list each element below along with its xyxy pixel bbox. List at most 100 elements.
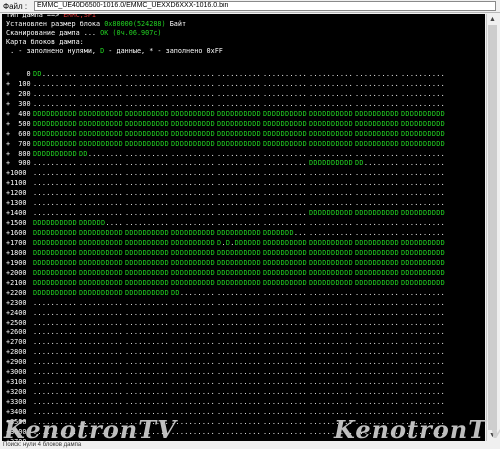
block-group: .......... <box>33 189 78 198</box>
block-group: .......... <box>125 159 170 168</box>
block-group: .......... <box>263 79 308 88</box>
block-group: .......... <box>171 348 216 357</box>
block-group: .......... <box>171 159 216 168</box>
block-group: .......... <box>171 298 216 307</box>
console-text-segment: Сканирование дампа ... <box>6 29 101 37</box>
block-group: DDDDDDDDDD <box>309 278 354 287</box>
block-group: .......... <box>263 358 308 367</box>
block-group: .......... <box>355 79 400 88</box>
block-group: DDDDDDDDDD <box>171 268 216 277</box>
block-group: DDDDDDDDDD <box>125 238 170 247</box>
block-group: .......... <box>401 159 446 168</box>
block-group: DDDDDDDDDD <box>33 278 78 287</box>
block-group: DDDDDDDDDD <box>401 248 446 257</box>
block-group: DDDDDDDDDD <box>355 109 400 118</box>
scroll-up-arrow-icon[interactable]: ▲ <box>487 14 498 25</box>
block-group: .......... <box>217 199 262 208</box>
block-group: .......... <box>217 348 262 357</box>
block-group: .......... <box>171 338 216 347</box>
block-group: .......... <box>401 219 446 228</box>
scroll-thumb[interactable] <box>488 25 497 430</box>
block-address: + 400 <box>6 109 31 118</box>
block-group: .......... <box>217 388 262 397</box>
block-group: .......... <box>217 189 262 198</box>
block-group: .......... <box>309 308 354 317</box>
block-group: .......... <box>263 149 308 158</box>
block-group: .......... <box>401 298 446 307</box>
block-group: .......... <box>125 328 170 337</box>
block-group: DDDDDDDDDD <box>171 129 216 138</box>
console-text-segment: Байт <box>165 20 187 28</box>
block-group: DDDDDDDDDD <box>355 238 400 247</box>
block-group: DD........ <box>79 149 124 158</box>
console-text-segment: EMMC,SPI <box>63 14 97 19</box>
block-group: .......... <box>401 179 446 188</box>
block-group: .......... <box>355 308 400 317</box>
block-group: DDDDDDDDDD <box>79 119 124 128</box>
block-group: .......... <box>217 358 262 367</box>
block-group: .......... <box>309 368 354 377</box>
block-group: DDDDDDDDDD <box>355 268 400 277</box>
block-group: .......... <box>33 388 78 397</box>
block-group: DDDDDDDDDD <box>355 278 400 287</box>
block-group: DDDDDDDDDD <box>33 219 78 228</box>
block-address: + 100 <box>6 79 31 88</box>
block-group: .......... <box>125 308 170 317</box>
block-map-row: +1200...................................… <box>2 189 485 198</box>
block-group: .......... <box>33 89 78 98</box>
block-group: DDDDDDDDDD <box>79 139 124 148</box>
vertical-scrollbar[interactable]: ▲ ▼ <box>486 14 498 441</box>
block-group: DDDDDDDDDD <box>309 268 354 277</box>
block-map-row: + 700 DDDDDDDDDD DDDDDDDDDD DDDDDDDDDD DDDDD… <box>2 140 485 149</box>
block-address: +1500 <box>6 219 27 228</box>
block-group: .......... <box>171 70 216 78</box>
block-address: +3300 <box>6 398 27 407</box>
block-group: DDDDDDDDDD <box>33 238 78 247</box>
block-group: DDDDDDDDDD <box>125 248 170 257</box>
block-group: .......... <box>171 149 216 158</box>
block-group: .......... <box>217 149 262 158</box>
block-group: .......... <box>401 378 446 387</box>
block-group: .......... <box>33 368 78 377</box>
block-map-row: + 200...................................… <box>2 90 485 99</box>
block-group: DDDDDDDDDD <box>263 268 308 277</box>
block-group: DDDDDDDDDD <box>171 139 216 148</box>
block-group: .......... <box>355 298 400 307</box>
block-group: DDDDDDDDDD <box>309 258 354 267</box>
block-group: .......... <box>309 398 354 407</box>
block-group: DDDDDDDDDD <box>401 278 446 287</box>
block-address: +2100 <box>6 278 27 287</box>
block-group: .......... <box>33 179 78 188</box>
file-path-field[interactable]: EMMC_UE40D6500-1016.0/EMMC_UEXXD6XXX-101… <box>34 1 496 11</box>
block-group: DDDDDDDDDD <box>33 248 78 257</box>
block-group: .......... <box>217 328 262 337</box>
block-group: .......... <box>263 159 308 168</box>
block-address: +1400 <box>6 209 27 218</box>
block-group: DDDDDDDDDD <box>125 278 170 287</box>
block-group: .......... <box>79 328 124 337</box>
block-group: DDDDDDDDDD <box>309 129 354 138</box>
block-group: .......... <box>355 358 400 367</box>
block-group: .......... <box>263 209 308 218</box>
block-group: DDDDDDDDDD <box>217 139 262 148</box>
block-group: .......... <box>263 338 308 347</box>
block-address: + 300 <box>6 99 31 108</box>
block-group: DDDDDDDDDD <box>309 238 354 247</box>
block-group: .......... <box>171 388 216 397</box>
block-map-row: +3000...................................… <box>2 368 485 377</box>
block-group: DDDDDDDDDD <box>309 209 354 218</box>
block-group: DDDDDDDDDD <box>309 109 354 118</box>
block-group: .......... <box>309 179 354 188</box>
block-group: .......... <box>33 199 78 208</box>
block-group: .......... <box>125 388 170 397</box>
block-map-row: +3300...................................… <box>2 398 485 407</box>
block-group: DDDDDDDDDD <box>263 258 308 267</box>
console-text-segment: Установлен размер блока <box>6 20 105 28</box>
block-group: DDDDDDDDDD <box>33 109 78 118</box>
block-group: .......... <box>401 70 446 78</box>
block-map-row: +1800 DDDDDDDDDD DDDDDDDDDD DDDDDDDDDD DDDDD… <box>2 249 485 258</box>
block-group: .......... <box>79 209 124 218</box>
top-toolbar: Файл : EMMC_UE40D6500-1016.0/EMMC_UEXXD6… <box>0 0 500 13</box>
block-map-row: +1300...................................… <box>2 199 485 208</box>
block-group: DDDDDDDDDD <box>79 109 124 118</box>
